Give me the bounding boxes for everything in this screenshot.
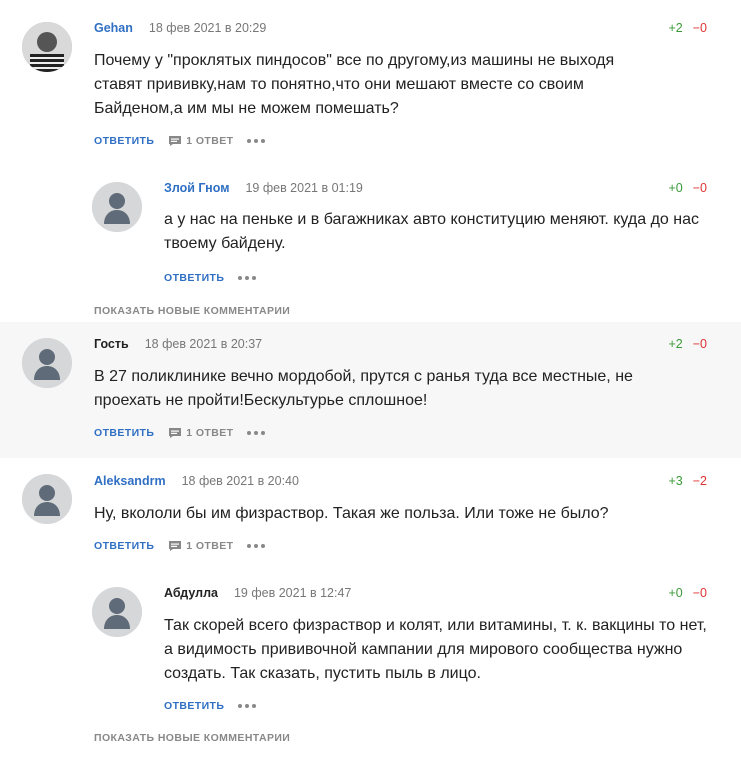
comment-author[interactable]: Gehan <box>94 21 133 35</box>
comment-date: 18 фев 2021 в 20:29 <box>148 21 267 35</box>
comment-author[interactable]: Злой Гном <box>164 181 229 195</box>
upvote-button[interactable]: +2 <box>668 21 682 35</box>
replies-count-button[interactable]: 1 ОТВЕТ <box>168 540 233 552</box>
downvote-button[interactable]: −0 <box>693 181 707 195</box>
show-new-comments-link[interactable]: ПОКАЗАТЬ НОВЫЕ КОММЕНТАРИИ <box>94 305 290 317</box>
upvote-button[interactable]: +0 <box>668 586 682 600</box>
downvote-button[interactable]: −2 <box>693 474 707 488</box>
speech-bubble-icon <box>169 136 182 146</box>
comment-date: 19 фев 2021 в 12:47 <box>233 586 352 600</box>
comment-text: В 27 поликлинике вечно мордобой, прутся … <box>94 368 633 409</box>
user-photo-icon <box>22 22 72 72</box>
avatar[interactable] <box>92 182 142 232</box>
upvote-button[interactable]: +2 <box>668 337 682 351</box>
reply-button[interactable]: ОТВЕТИТЬ <box>94 427 154 439</box>
more-dots-icon[interactable] <box>247 431 266 435</box>
upvote-button[interactable]: +0 <box>668 181 682 195</box>
comment-author: Гость <box>94 337 129 351</box>
comment-author[interactable]: Aleksandrm <box>94 474 166 488</box>
comment: Gehan 18 фев 2021 в 20:29 +2 −0 Почему у… <box>0 0 741 160</box>
comment-text: а у нас на пеньке и в багажниках авто ко… <box>164 211 699 252</box>
comment-date: 18 фев 2021 в 20:40 <box>181 474 299 488</box>
speech-bubble-icon <box>169 541 182 551</box>
comment-author: Абдулла <box>164 586 218 600</box>
downvote-button[interactable]: −0 <box>693 21 707 35</box>
replies-count-button[interactable]: 1 ОТВЕТ <box>168 135 233 147</box>
comment-text: Ну, вкололи бы им физраствор. Такая же п… <box>94 505 609 522</box>
avatar[interactable] <box>22 338 72 388</box>
comment-date: 19 фев 2021 в 01:19 <box>245 181 363 195</box>
more-dots-icon[interactable] <box>238 276 257 280</box>
show-new-comments-link[interactable]: ПОКАЗАТЬ НОВЫЕ КОММЕНТАРИИ <box>94 732 290 744</box>
user-silhouette-icon <box>92 587 142 637</box>
avatar[interactable] <box>22 22 72 72</box>
comment-reply: Злой Гном 19 фев 2021 в 01:19 +0 −0 а у … <box>0 160 741 300</box>
user-silhouette-icon <box>22 474 72 524</box>
comment-text: Почему у "проклятых пиндосов" все по дру… <box>94 52 615 117</box>
reply-button[interactable]: ОТВЕТИТЬ <box>94 540 154 552</box>
speech-bubble-icon <box>169 428 182 438</box>
reply-button[interactable]: ОТВЕТИТЬ <box>164 272 224 284</box>
comment-date: 18 фев 2021 в 20:37 <box>144 337 263 351</box>
more-dots-icon[interactable] <box>247 544 266 548</box>
reply-button[interactable]: ОТВЕТИТЬ <box>94 135 154 147</box>
comment-text: Так скорей всего физраствор и колят, или… <box>164 617 707 682</box>
comment-reply: Абдулла 19 фев 2021 в 12:47 +0 −0 Так ск… <box>0 572 741 722</box>
avatar[interactable] <box>22 474 72 524</box>
upvote-button[interactable]: +3 <box>668 474 682 488</box>
more-dots-icon[interactable] <box>238 704 257 708</box>
avatar[interactable] <box>92 587 142 637</box>
user-silhouette-icon <box>92 182 142 232</box>
downvote-button[interactable]: −0 <box>693 337 707 351</box>
downvote-button[interactable]: −0 <box>693 586 707 600</box>
user-silhouette-icon <box>22 338 72 388</box>
comment: Гость 18 фев 2021 в 20:37 +2 −0 В 27 пол… <box>0 322 741 458</box>
replies-count-button[interactable]: 1 ОТВЕТ <box>168 427 233 439</box>
more-dots-icon[interactable] <box>247 139 266 143</box>
reply-button[interactable]: ОТВЕТИТЬ <box>164 700 224 712</box>
comment: Aleksandrm 18 фев 2021 в 20:40 +3 −2 Ну,… <box>0 462 741 572</box>
